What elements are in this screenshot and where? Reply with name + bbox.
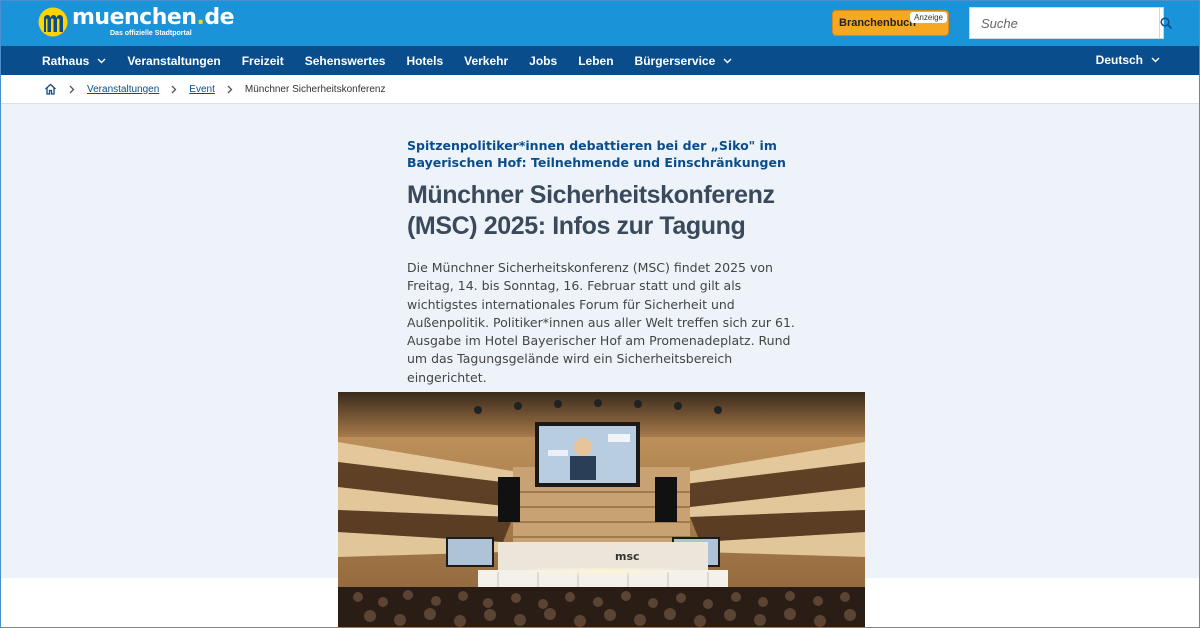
article-lead: Die Münchner Sicherheitskonferenz (MSC) … [407, 260, 795, 385]
nav-item-sehenswertes[interactable]: Sehenswertes [305, 54, 386, 68]
search-icon [1160, 17, 1172, 29]
language-selector[interactable]: Deutsch [1096, 53, 1160, 67]
stage-brand-text: msc [615, 550, 640, 563]
site-logo[interactable]: muenchen.de Das offizielle Stadtportal [38, 7, 234, 37]
logo-m-icon [38, 7, 68, 37]
nav-item-hotels[interactable]: Hotels [406, 54, 443, 68]
nav-item-label: Sehenswertes [304, 53, 386, 68]
conference-hall-photo: msc [338, 392, 865, 628]
nav-item-label: Veranstaltungen [127, 53, 221, 68]
branchenbuch-button[interactable]: Branchenbuch Anzeige [832, 10, 949, 36]
nav-item-freizeit[interactable]: Freizeit [242, 54, 284, 68]
nav-item-label: Hotels [406, 53, 444, 68]
nav-item-jobs[interactable]: Jobs [529, 54, 557, 68]
chevron-right-icon [171, 85, 177, 94]
nav-item-b-rgerservice[interactable]: Bürgerservice [635, 54, 733, 68]
breadcrumb-link-event[interactable]: Event [189, 84, 215, 95]
chevron-down-icon [1151, 57, 1160, 63]
nav-item-veranstaltungen[interactable]: Veranstaltungen [127, 54, 220, 68]
chevron-right-icon [227, 85, 233, 94]
breadcrumb: Veranstaltungen Event Münchner Sicherhei… [0, 75, 1200, 104]
chevron-down-icon [723, 58, 732, 63]
chevron-right-icon [69, 85, 75, 94]
language-label: Deutsch [1095, 53, 1143, 67]
home-icon[interactable] [44, 83, 57, 95]
breadcrumb-current: Münchner Sicherheitskonferenz [244, 83, 386, 95]
article-kicker: Spitzenpolitiker*innen debattieren bei d… [407, 138, 786, 170]
article: Spitzenpolitiker*innen debattieren bei d… [407, 137, 807, 387]
chevron-down-icon [97, 58, 106, 63]
main-navigation: Rathaus Veranstaltungen Freizeit Sehenswert… [0, 46, 1200, 75]
nav-item-label: Leben [578, 53, 614, 68]
nav-item-label: Bürgerservice [634, 53, 716, 68]
nav-item-rathaus[interactable]: Rathaus [42, 54, 106, 68]
search-input[interactable] [970, 8, 1159, 38]
nav-item-label: Verkehr [464, 53, 509, 68]
site-header: muenchen.de Das offizielle Stadtportal B… [0, 0, 1200, 46]
nav-item-label: Freizeit [241, 53, 284, 68]
logo-subtitle: Das offizielle Stadtportal [110, 30, 192, 37]
anzeige-badge: Anzeige [910, 12, 947, 23]
nav-item-leben[interactable]: Leben [578, 54, 613, 68]
search-button[interactable] [1159, 8, 1172, 38]
nav-items: Rathaus Veranstaltungen Freizeit Sehenswert… [42, 54, 753, 68]
branchenbuch-label: Branchenbuch [839, 17, 917, 29]
nav-item-label: Jobs [529, 53, 558, 68]
logo-wordmark: muenchen.de [72, 5, 234, 30]
search-box [969, 7, 1172, 39]
nav-item-label: Rathaus [42, 53, 90, 68]
breadcrumb-link-veranstaltungen[interactable]: Veranstaltungen [87, 84, 159, 95]
nav-item-verkehr[interactable]: Verkehr [464, 54, 508, 68]
article-headline: Münchner Sicherheitskonferenz (MSC) 2025… [407, 181, 775, 240]
